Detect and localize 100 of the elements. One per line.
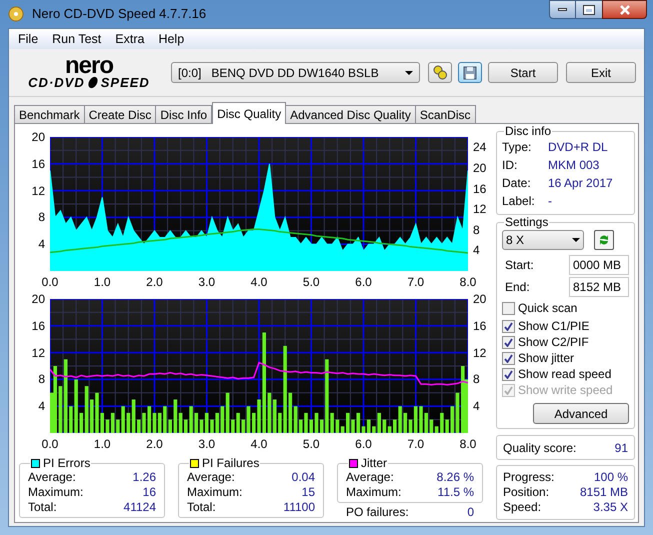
maximize-icon bbox=[584, 6, 594, 14]
field-label: Label: bbox=[502, 193, 536, 210]
tab[interactable]: Disc Info bbox=[155, 105, 212, 124]
axis-tick-label: 4 bbox=[37, 237, 45, 252]
tab[interactable]: ScanDisc bbox=[414, 105, 476, 124]
tab[interactable]: Benchmark bbox=[14, 105, 85, 124]
field-label: Average: bbox=[346, 470, 394, 485]
axis-tick-label: 16 bbox=[30, 156, 45, 171]
close-button[interactable] bbox=[602, 0, 647, 19]
dropdown-arrow-icon bbox=[572, 238, 580, 242]
group-title: Settings bbox=[505, 215, 548, 229]
checkbox[interactable] bbox=[502, 320, 515, 332]
axis-tick-label: 8 bbox=[37, 210, 45, 224]
drive-dropdown[interactable]: [0:0] BENQ DVD DD DW1640 BSLB bbox=[171, 62, 420, 83]
field-label: Quality score: bbox=[503, 440, 576, 456]
checkbox[interactable] bbox=[502, 368, 515, 380]
axis-tick-label: 8.0 bbox=[458, 437, 478, 451]
field-value: 100 % bbox=[594, 470, 628, 485]
checkbox-label[interactable]: Show C2/PIF bbox=[518, 333, 589, 351]
axis-tick-label: 4.0 bbox=[250, 275, 268, 289]
axis-tick-label: 20 bbox=[473, 292, 486, 306]
field-label: PO failures: bbox=[346, 505, 409, 520]
axis-tick-label: 5.0 bbox=[302, 437, 321, 451]
axis-tick-label: 1.0 bbox=[92, 275, 112, 289]
toolbar-button[interactable]: Exit bbox=[566, 62, 636, 83]
axis-tick-label: 7.0 bbox=[406, 275, 426, 289]
field-label: Progress: bbox=[503, 470, 554, 485]
field-label: Total: bbox=[187, 500, 216, 515]
input-field[interactable]: 0000 MB bbox=[569, 255, 629, 275]
minimize-button[interactable] bbox=[549, 0, 576, 19]
tab[interactable]: Create Disc bbox=[84, 105, 156, 124]
axis-tick-label: 0.0 bbox=[40, 437, 60, 451]
field-label: Speed: bbox=[503, 500, 542, 515]
axis-tick-label: 16 bbox=[473, 318, 486, 333]
checkbox-label[interactable]: Show C1/PIE bbox=[518, 317, 590, 335]
axis-tick-label: 2.0 bbox=[145, 437, 164, 451]
axis-tick-label: 12 bbox=[30, 346, 45, 360]
minimize-icon bbox=[558, 8, 567, 11]
field-value: 11.5 % bbox=[438, 485, 474, 500]
logo: nero CD·DVD SPEED bbox=[27, 56, 151, 89]
field-label: Maximum: bbox=[187, 485, 242, 500]
axis-tick-label: 20 bbox=[30, 130, 45, 144]
field-value: 16 bbox=[142, 485, 156, 500]
axis-tick-label: 2.0 bbox=[145, 275, 164, 289]
checkbox-label[interactable]: Show read speed bbox=[518, 365, 612, 383]
field-value: 3.35 X bbox=[593, 500, 628, 515]
field-label: Position: bbox=[503, 485, 550, 500]
field-label: Maximum: bbox=[28, 485, 84, 500]
axis-tick-label: 4 bbox=[473, 243, 480, 258]
axis-tick-label: 12 bbox=[473, 346, 486, 360]
checkbox-label[interactable]: Quick scan bbox=[518, 299, 578, 317]
group-title: PI Errors bbox=[43, 456, 90, 470]
field-label: ID: bbox=[502, 157, 518, 174]
field-label: Date: bbox=[502, 175, 532, 192]
group-title: PI Failures bbox=[202, 456, 260, 470]
refresh-button[interactable] bbox=[594, 230, 614, 250]
toolbar-button[interactable]: Start bbox=[488, 62, 558, 83]
tab[interactable]: Disc Quality bbox=[212, 102, 286, 124]
field-value: - bbox=[548, 193, 552, 210]
axis-tick-label: 4 bbox=[473, 399, 480, 414]
field-value: 91 bbox=[614, 440, 628, 456]
axis-tick-label: 20 bbox=[30, 292, 45, 306]
axis-tick-label: 0.0 bbox=[40, 275, 60, 289]
input-field[interactable]: 8152 MB bbox=[569, 277, 629, 297]
advanced-button[interactable]: Advanced bbox=[533, 403, 629, 424]
axis-tick-label: 5.0 bbox=[302, 275, 321, 289]
field-value: DVD+R DL bbox=[548, 139, 608, 156]
tab[interactable]: Advanced Disc Quality bbox=[285, 105, 416, 124]
group-title: Jitter bbox=[361, 456, 388, 470]
menu-item[interactable]: File bbox=[11, 30, 46, 48]
refresh-icon bbox=[598, 233, 610, 247]
checkbox-label: Show write speed bbox=[518, 382, 613, 399]
checkbox[interactable] bbox=[502, 302, 515, 314]
menu-item[interactable]: Extra bbox=[108, 30, 152, 48]
speed-dropdown[interactable]: 8 X bbox=[502, 230, 584, 250]
axis-tick-label: 16 bbox=[473, 182, 486, 196]
menu-item[interactable]: Run Test bbox=[45, 30, 108, 48]
drive-options-button[interactable] bbox=[428, 62, 452, 83]
axis-tick-label: 24 bbox=[473, 140, 486, 154]
menu-item[interactable]: Help bbox=[151, 30, 192, 48]
field-value: 0 bbox=[467, 505, 474, 520]
checkbox-label[interactable]: Show jitter bbox=[518, 349, 574, 367]
window-title: Nero CD-DVD Speed 4.7.7.16 bbox=[32, 5, 206, 24]
field-label: Total: bbox=[28, 500, 57, 515]
checkbox[interactable] bbox=[502, 352, 515, 364]
axis-tick-label: 8 bbox=[473, 372, 480, 386]
field-label: Maximum: bbox=[346, 485, 402, 500]
group-title: Disc info bbox=[505, 124, 552, 138]
dropdown-arrow-icon bbox=[405, 70, 413, 74]
axis-tick-label: 6.0 bbox=[354, 437, 373, 451]
axis-tick-label: 4.0 bbox=[250, 437, 268, 451]
field-value: 0.04 bbox=[292, 470, 315, 485]
maximize-button[interactable] bbox=[576, 0, 602, 19]
save-button[interactable] bbox=[458, 62, 482, 83]
axis-tick-label: 7.0 bbox=[406, 437, 426, 451]
checkbox[interactable] bbox=[502, 336, 515, 348]
axis-tick-label: 1.0 bbox=[92, 437, 112, 451]
axis-tick-label: 4 bbox=[37, 399, 45, 414]
axis-tick-label: 20 bbox=[473, 160, 486, 175]
field-value: 16 Apr 2017 bbox=[548, 175, 613, 192]
